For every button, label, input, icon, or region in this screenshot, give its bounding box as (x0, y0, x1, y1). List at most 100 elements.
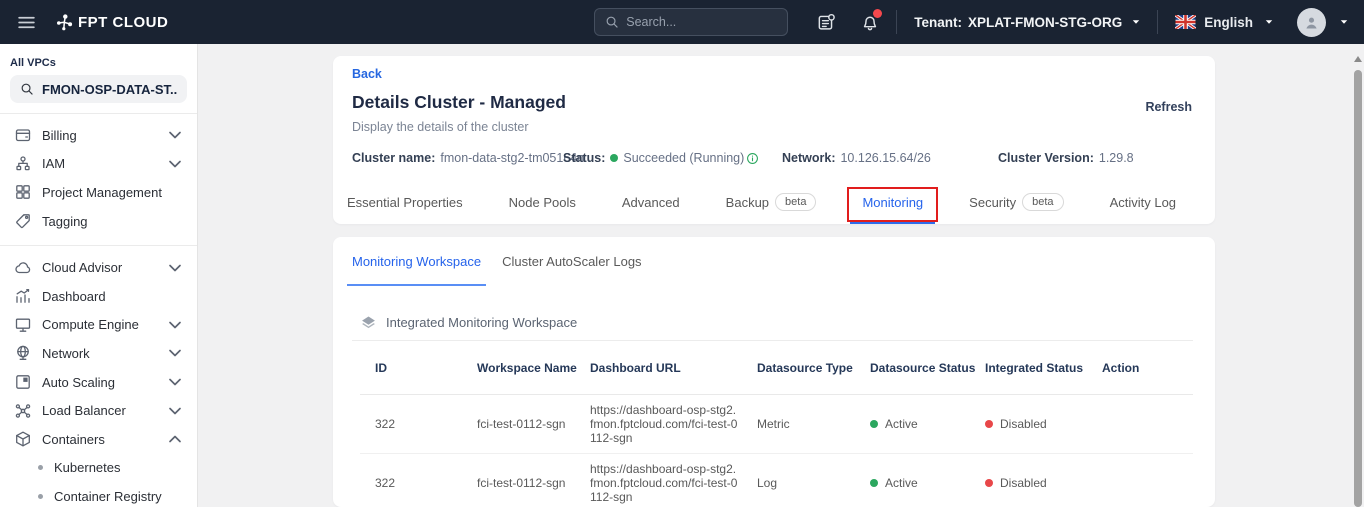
tenant-value: XPLAT-FMON-STG-ORG (968, 15, 1122, 30)
chevron-down-icon (166, 259, 184, 277)
package-icon (14, 430, 32, 448)
global-search-input[interactable] (626, 15, 777, 29)
scaling-icon (14, 373, 32, 391)
tenant-selector[interactable]: Tenant: XPLAT-FMON-STG-ORG (914, 15, 1141, 30)
caret-down-icon (1264, 17, 1274, 27)
sidebar-item[interactable]: Project Management (0, 178, 197, 207)
status-dot (870, 479, 878, 487)
col-datasource-type: Datasource Type (757, 361, 870, 375)
chevron-down-icon (166, 344, 184, 362)
tab[interactable]: Advanced (610, 180, 692, 224)
refresh-button[interactable]: Refresh (1145, 100, 1192, 114)
brand-logo[interactable]: FPT CLOUD (55, 13, 168, 31)
cell-datasource-status: Active (870, 476, 985, 490)
cell-dashboard-url: https://dashboard-osp-stg2.fmon.fptcloud… (590, 395, 757, 453)
page-title: Details Cluster - Managed (352, 92, 566, 113)
beta-badge: beta (1022, 193, 1063, 211)
hierarchy-icon (14, 155, 32, 173)
cell-datasource-type: Metric (757, 417, 870, 431)
load-balancer-icon (14, 402, 32, 420)
bullet-icon (38, 465, 43, 470)
chevron-down-icon (166, 316, 184, 334)
table-row: 322 fci-test-0112-sgn https://dashboard-… (360, 395, 1193, 454)
col-integrated-status: Integrated Status (985, 361, 1102, 375)
cluster-tabs: Essential Properties Node Pools Advanced (335, 180, 1215, 224)
main-content: Back Details Cluster - Managed Display t… (199, 44, 1364, 507)
survey-button[interactable] (816, 12, 836, 32)
sidebar-item[interactable]: IAM (0, 150, 197, 179)
section-header: Integrated Monitoring Workspace (360, 314, 1193, 331)
workspace-table: ID Workspace Name Dashboard URL Datasour… (360, 341, 1193, 507)
bullet-icon (38, 494, 43, 499)
vpc-selector-value: FMON-OSP-DATA-ST... (42, 82, 177, 97)
tab[interactable]: Activity Log (1098, 180, 1188, 224)
tab[interactable]: Node Pools (497, 180, 588, 224)
cell-id: 322 (360, 417, 477, 431)
sidebar-item[interactable]: Dashboard (0, 282, 197, 311)
sidebar-menu: Billing IAM Project Management Tagging (0, 121, 197, 507)
sidebar-item[interactable]: Network (0, 339, 197, 368)
monitoring-subtabs: Monitoring Workspace Cluster AutoScaler … (333, 237, 1215, 286)
tag-icon (14, 212, 32, 230)
cluster-header-card: Back Details Cluster - Managed Display t… (333, 56, 1215, 224)
cell-datasource-status: Active (870, 417, 985, 431)
caret-down-icon (1131, 17, 1141, 27)
cell-dashboard-url: https://dashboard-osp-stg2.fmon.fptcloud… (590, 454, 757, 507)
chevron-down-icon (166, 373, 184, 391)
col-datasource-status: Datasource Status (870, 361, 985, 375)
chevron-down-icon (166, 155, 184, 173)
chart-icon (14, 287, 32, 305)
globe-icon (14, 344, 32, 362)
vertical-scrollbar[interactable] (1353, 48, 1363, 507)
sidebar-item[interactable]: Compute Engine (0, 311, 197, 340)
section-title: Integrated Monitoring Workspace (386, 315, 577, 330)
tenant-label: Tenant: (914, 15, 962, 30)
language-selector[interactable]: English (1175, 15, 1274, 30)
divider (0, 245, 197, 246)
subtab[interactable]: Cluster AutoScaler Logs (497, 237, 646, 286)
info-item: Status: Succeeded (Running) (563, 151, 782, 165)
subtab[interactable]: Monitoring Workspace (347, 237, 486, 286)
user-menu-caret[interactable] (1339, 17, 1349, 27)
tab[interactable]: Security beta (957, 180, 1075, 224)
cell-id: 322 (360, 476, 477, 490)
status-dot (610, 154, 618, 162)
search-icon (605, 15, 619, 29)
scrollbar-thumb[interactable] (1354, 70, 1362, 507)
user-avatar[interactable] (1297, 8, 1326, 37)
vpc-selector[interactable]: FMON-OSP-DATA-ST... (10, 75, 187, 103)
sidebar-item[interactable]: Auto Scaling (0, 368, 197, 397)
layers-icon (360, 314, 377, 331)
sidebar-item[interactable]: Cloud Advisor (0, 253, 197, 282)
sidebar-item[interactable]: Tagging (0, 207, 197, 236)
table-row: 322 fci-test-0112-sgn https://dashboard-… (360, 454, 1193, 507)
sidebar-item[interactable]: Billing (0, 121, 197, 150)
tab[interactable]: Backup beta (714, 180, 829, 224)
info-item: Cluster Version: 1.29.8 (998, 151, 1205, 165)
tab[interactable]: Monitoring (850, 180, 935, 224)
col-workspace-name: Workspace Name (477, 361, 590, 375)
sidebar-subitem[interactable]: Kubernetes (0, 454, 197, 483)
cell-integrated-status: Disabled (985, 417, 1102, 431)
chevron-up-icon (166, 430, 184, 448)
beta-badge: beta (775, 193, 816, 211)
chevron-down-icon (166, 402, 184, 420)
global-search[interactable] (594, 8, 788, 36)
sidebar: All VPCs FMON-OSP-DATA-ST... Billing IAM… (0, 44, 198, 507)
hamburger-menu-icon[interactable] (17, 13, 36, 32)
person-icon (1303, 14, 1320, 31)
sidebar-subitem[interactable]: Container Registry (0, 482, 197, 507)
brand-name: FPT CLOUD (78, 14, 168, 31)
tab[interactable]: Essential Properties (335, 180, 475, 224)
notifications-button[interactable] (860, 12, 880, 32)
back-link[interactable]: Back (352, 67, 382, 81)
chevron-down-icon (166, 126, 184, 144)
sidebar-item[interactable]: Load Balancer (0, 396, 197, 425)
cell-workspace-name: fci-test-0112-sgn (477, 476, 590, 490)
scroll-up-arrow[interactable] (1354, 56, 1362, 62)
sidebar-item[interactable]: Containers (0, 425, 197, 454)
status-dot (985, 479, 993, 487)
divider (896, 10, 897, 34)
search-icon (20, 82, 34, 96)
cloud-icon (14, 259, 32, 277)
